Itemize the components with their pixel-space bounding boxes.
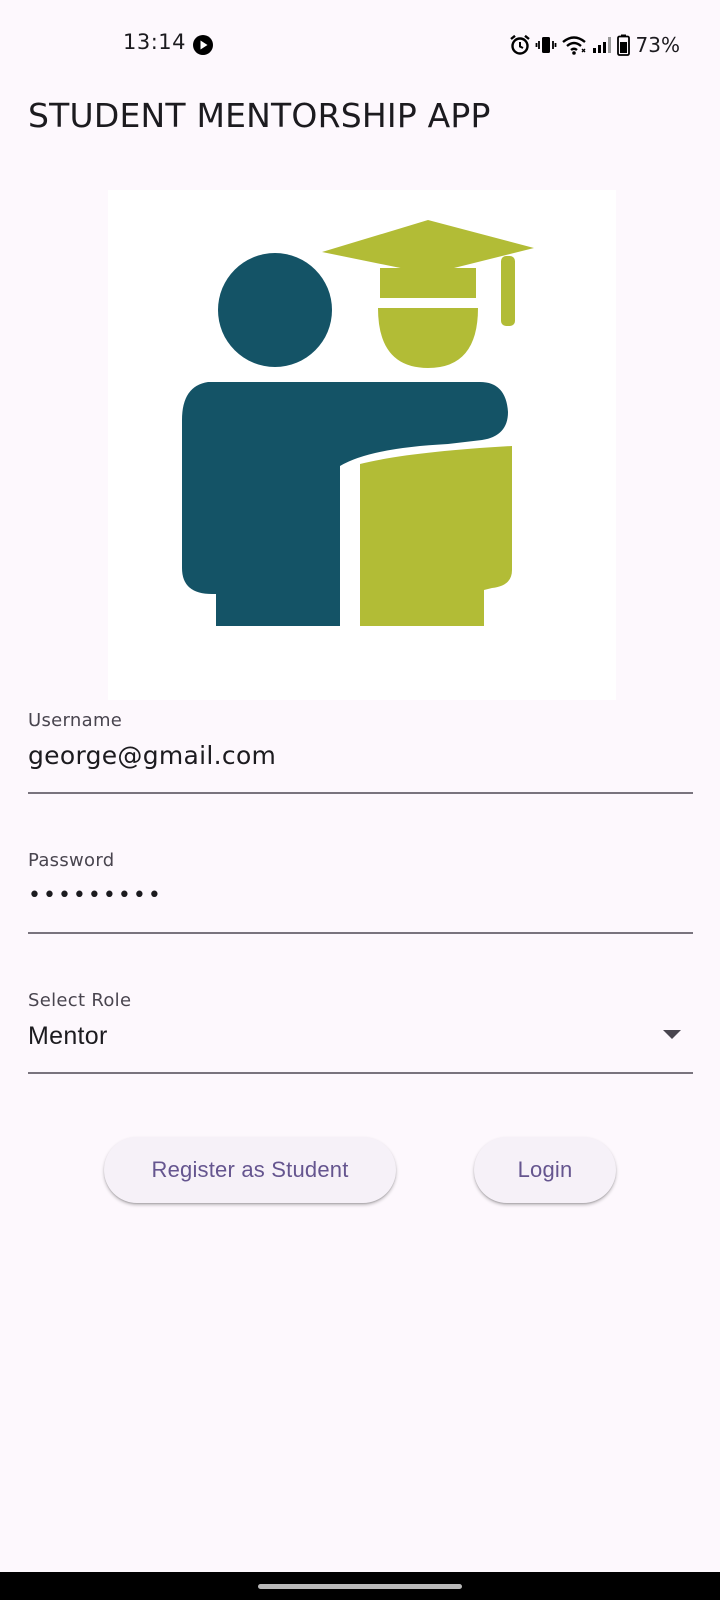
username-field[interactable]: Username george@gmail.com — [28, 710, 693, 794]
page-title: STUDENT MENTORSHIP APP — [28, 96, 491, 135]
vibrate-icon — [535, 37, 556, 53]
password-field[interactable]: Password ••••••••• — [28, 850, 693, 934]
play-icon — [193, 35, 213, 55]
username-input[interactable]: george@gmail.com — [28, 738, 693, 774]
alarm-icon — [509, 34, 530, 55]
battery-icon — [616, 34, 630, 56]
login-button[interactable]: Login — [474, 1137, 616, 1203]
navigation-bar — [0, 1572, 720, 1600]
role-value[interactable]: Mentor — [28, 1018, 693, 1054]
app-logo — [108, 190, 616, 700]
mentor-student-graduation-icon — [182, 220, 534, 626]
register-button[interactable]: Register as Student — [104, 1137, 396, 1203]
password-label: Password — [28, 850, 115, 871]
username-label: Username — [28, 710, 123, 731]
signal-icon — [592, 37, 611, 53]
role-select[interactable]: Select Role Mentor — [28, 990, 693, 1074]
status-bar: 13:14 73% — [0, 0, 720, 92]
role-label: Select Role — [28, 990, 132, 1011]
wifi-icon — [561, 36, 586, 55]
battery-percentage: 73% — [635, 33, 680, 57]
password-input[interactable]: ••••••••• — [28, 880, 693, 912]
home-gesture-handle[interactable] — [258, 1584, 462, 1589]
status-icons: 73% — [509, 33, 680, 57]
chevron-down-icon[interactable] — [663, 1030, 681, 1039]
status-time: 13:14 — [123, 30, 187, 54]
